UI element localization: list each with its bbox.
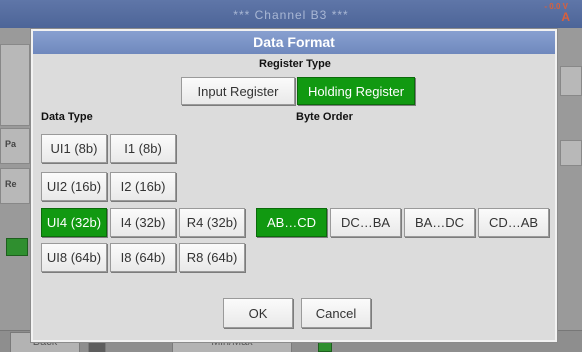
input-register-button[interactable]: Input Register bbox=[181, 77, 295, 105]
data-type-i2-button[interactable]: I2 (16b) bbox=[110, 172, 176, 201]
data-type-ui1-button[interactable]: UI1 (8b) bbox=[41, 134, 107, 163]
byte-order-label: Byte Order bbox=[296, 111, 353, 123]
background-panel-right-top bbox=[560, 66, 582, 96]
data-type-i1-button[interactable]: I1 (8b) bbox=[110, 134, 176, 163]
data-type-i8-button[interactable]: I8 (64b) bbox=[110, 243, 176, 272]
background-panel-left-re: Re bbox=[0, 168, 30, 204]
data-type-r8-button[interactable]: R8 (64b) bbox=[179, 243, 245, 272]
background-label-pa: Pa bbox=[5, 139, 17, 149]
background-panel-right-mid bbox=[560, 140, 582, 166]
byte-order-cdab-button[interactable]: CD…AB bbox=[478, 208, 549, 237]
data-type-ui8-button[interactable]: UI8 (64b) bbox=[41, 243, 107, 272]
background-alarm-mark: A bbox=[561, 10, 570, 24]
holding-register-button[interactable]: Holding Register bbox=[297, 77, 415, 105]
background-checkbox-left bbox=[6, 238, 28, 256]
dialog-title: Data Format bbox=[33, 31, 555, 54]
data-type-label: Data Type bbox=[41, 111, 93, 123]
byte-order-abcd-button[interactable]: AB…CD bbox=[256, 208, 327, 237]
cancel-button[interactable]: Cancel bbox=[301, 298, 371, 328]
background-channel-title: *** Channel B3 *** bbox=[233, 8, 349, 22]
data-type-ui2-button[interactable]: UI2 (16b) bbox=[41, 172, 107, 201]
background-panel-left-top bbox=[0, 44, 30, 126]
data-type-r4-button[interactable]: R4 (32b) bbox=[179, 208, 245, 237]
data-type-ui4-button[interactable]: UI4 (32b) bbox=[41, 208, 107, 237]
data-format-dialog: Data Format Register Type Input Register… bbox=[31, 29, 557, 342]
background-panel-left-pa: Pa bbox=[0, 128, 30, 164]
byte-order-dcba-button[interactable]: DC…BA bbox=[330, 208, 401, 237]
byte-order-badc-button[interactable]: BA…DC bbox=[404, 208, 475, 237]
ok-button[interactable]: OK bbox=[223, 298, 293, 328]
register-type-label: Register Type bbox=[259, 58, 331, 70]
background-label-re: Re bbox=[5, 179, 17, 189]
data-type-i4-button[interactable]: I4 (32b) bbox=[110, 208, 176, 237]
